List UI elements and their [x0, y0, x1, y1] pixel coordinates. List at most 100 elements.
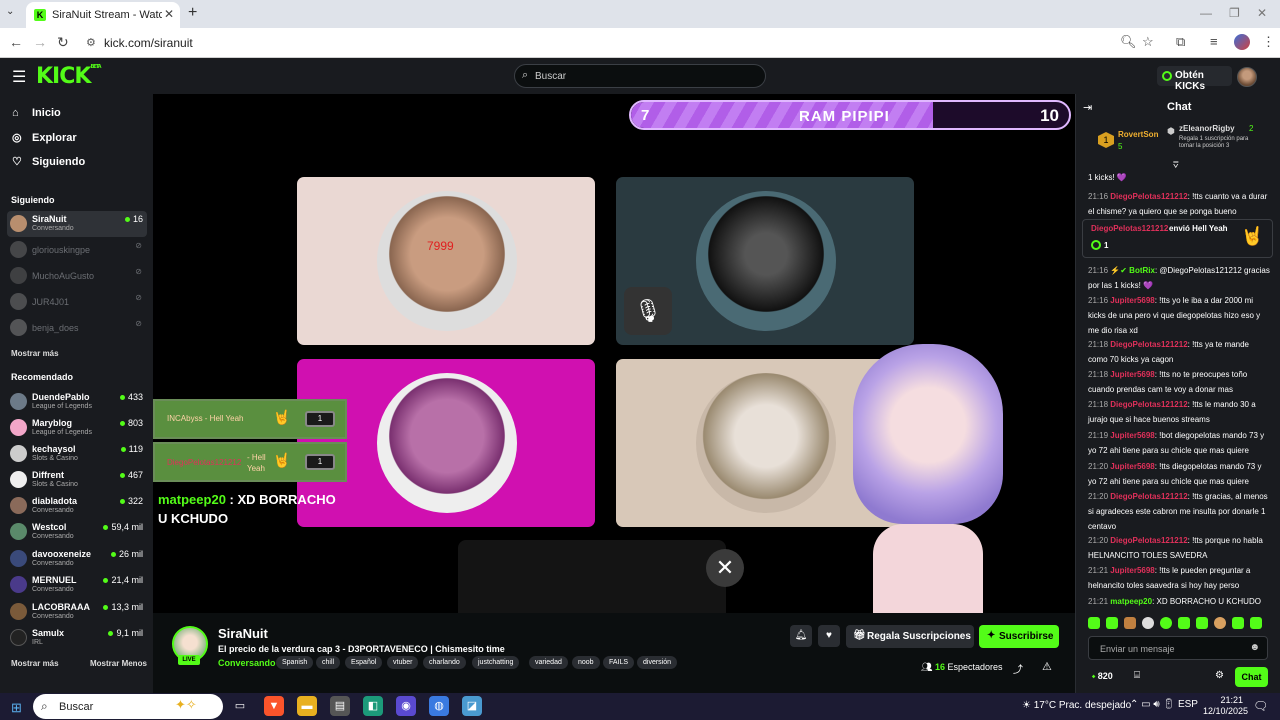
chat-user[interactable]: DiegoPelotas121212 [1110, 492, 1187, 501]
chat-user[interactable]: Jupiter5698 [1110, 566, 1154, 575]
subscribe-button[interactable]: ✦ Suscribirse [979, 625, 1059, 648]
stream-tag[interactable]: Español [345, 656, 383, 669]
forward-icon[interactable]: → [33, 34, 47, 50]
chat-user[interactable]: Jupiter5698 [1110, 462, 1154, 471]
chrome-icon[interactable]: ◍ [429, 696, 449, 716]
zoom-icon[interactable]: 🔍︎ [1120, 34, 1137, 50]
browser-menu-icon[interactable]: ⋮ [1262, 34, 1275, 50]
search-input[interactable]: ⌕ Buscar [514, 64, 766, 88]
app-icon[interactable]: ◪ [462, 696, 482, 716]
chat-user[interactable]: matpeep20 [1110, 597, 1152, 606]
recommended-channel[interactable]: DuendePablo League of Legends 433 [7, 389, 147, 415]
report-icon[interactable]: ⚠ [1042, 660, 1052, 673]
nav-home[interactable]: ⌂ Inicio [12, 107, 61, 119]
following-channel[interactable]: SiraNuit Conversando 16 [7, 211, 147, 237]
stream-tag[interactable]: vtuber [387, 656, 419, 669]
follow-heart-icon[interactable]: ♥ [818, 625, 840, 647]
close-tab-icon[interactable]: ✕ [164, 7, 174, 21]
emote-icon[interactable] [1160, 617, 1172, 629]
recommended-channel[interactable]: Diffrent Slots & Casino 467 [7, 467, 147, 493]
minimize-icon[interactable]: — [1200, 6, 1212, 20]
chat-user[interactable]: DiegoPelotas121212 [1110, 340, 1187, 349]
chat-input[interactable]: Enviar un mensaje ☻ [1088, 636, 1268, 660]
channel-points[interactable]: ⬩ 820 [1092, 671, 1113, 682]
send-chat-button[interactable]: Chat [1235, 667, 1268, 687]
tab-search-icon[interactable]: ⌄ [6, 6, 14, 17]
emote-icon[interactable] [1178, 617, 1190, 629]
obs-icon[interactable]: ◉ [396, 696, 416, 716]
chat-user[interactable]: DiegoPelotas121212 [1110, 400, 1187, 409]
recommended-channel[interactable]: Samulx IRL 9,1 mil [7, 625, 147, 651]
media-icon[interactable]: ≡ [1210, 34, 1218, 49]
system-tray[interactable]: ⌃ ▭ 🔊︎ 🔋︎ ESP [1130, 699, 1198, 710]
stream-tag[interactable]: Spanish [276, 656, 314, 669]
stream-tag[interactable]: chill [316, 656, 341, 669]
task-view-icon[interactable]: ▭ [230, 696, 250, 716]
weather-widget[interactable]: ☀ 17°C Prac. despejado [1022, 700, 1131, 711]
close-window-icon[interactable]: ✕ [1257, 6, 1267, 20]
chat-user[interactable]: BotRix [1129, 266, 1155, 275]
following-channel[interactable]: JUR4J01 ⊘ [7, 289, 147, 315]
share-icon[interactable]: ⤴ [1013, 661, 1023, 676]
stream-tag[interactable]: noob [572, 656, 600, 669]
recommended-channel[interactable]: kechaysol Slots & Casino 119 [7, 441, 147, 467]
notification-bell-icon[interactable]: 🔔︎ [790, 625, 812, 647]
emote-icon[interactable] [1124, 617, 1136, 629]
stream-category[interactable]: Conversando [218, 658, 276, 668]
show-more-following[interactable]: Mostrar más [11, 349, 59, 358]
hamburger-menu-icon[interactable]: ☰ [12, 67, 26, 87]
streamer-name[interactable]: SiraNuit [218, 626, 268, 641]
stream-tag[interactable]: charlando [423, 656, 466, 669]
store-icon[interactable]: ⌸ [1134, 670, 1140, 681]
video-player[interactable]: 7999 🎙︎ ✕ [153, 94, 1075, 613]
app-icon[interactable]: ▤ [330, 696, 350, 716]
notifications-icon[interactable]: 🗨︎ [1253, 699, 1268, 713]
back-icon[interactable]: ← [9, 34, 23, 50]
stream-tag[interactable]: FAILS [603, 656, 635, 669]
recommended-channel[interactable]: Westcol Conversando 59,4 mil [7, 519, 147, 545]
taskbar-search[interactable]: ⌕ Buscar ✦✧ [33, 694, 223, 719]
gift-subs-button[interactable]: 🎁︎ Regala Suscripciones [846, 625, 974, 648]
url-field[interactable]: kick.com/siranuit [104, 36, 193, 50]
chat-user[interactable]: Jupiter5698 [1110, 370, 1154, 379]
collapse-chat-icon[interactable]: ⇥ [1083, 101, 1092, 114]
chat-user[interactable]: DiegoPelotas121212 [1110, 192, 1187, 201]
site-info-icon[interactable]: ⚙ [86, 36, 96, 49]
recommended-channel[interactable]: diabladota Conversando 322 [7, 493, 147, 519]
following-channel[interactable]: MuchoAuGusto ⊘ [7, 263, 147, 289]
recommended-channel[interactable]: davooxeneize Conversando 26 mil [7, 546, 147, 572]
browser-profile-avatar[interactable] [1234, 34, 1250, 50]
show-less-recommended[interactable]: Mostrar Menos [90, 659, 147, 668]
emote-icon[interactable] [1088, 617, 1100, 629]
following-channel[interactable]: benja_does ⊘ [7, 315, 147, 341]
emoji-picker-icon[interactable]: ☻ [1249, 642, 1260, 653]
browser-tab[interactable]: K SiraNuit Stream - Watch Live on Kick ✕ [26, 2, 180, 28]
app-icon[interactable]: ◧ [363, 696, 383, 716]
new-tab-icon[interactable]: + [188, 4, 197, 22]
clock[interactable]: 21:21 12/10/2025 [1203, 695, 1248, 717]
kick-logo[interactable]: KICKBETA [36, 64, 102, 89]
get-kicks-button[interactable]: Obtén KICKs [1157, 66, 1232, 92]
extensions-icon[interactable]: ⧉ [1176, 34, 1185, 50]
emote-icon[interactable] [1214, 617, 1226, 629]
chat-user[interactable]: DiegoPelotas121212 [1110, 536, 1187, 545]
emote-icon[interactable] [1196, 617, 1208, 629]
chat-user[interactable]: Jupiter5698 [1110, 431, 1154, 440]
brave-browser-icon[interactable]: ▼ [264, 696, 284, 716]
stream-tag[interactable]: variedad [529, 656, 568, 669]
following-channel[interactable]: gloriouskingpe ⊘ [7, 237, 147, 263]
user-avatar[interactable] [1237, 67, 1257, 87]
bookmark-star-icon[interactable]: ☆ [1142, 34, 1154, 50]
chat-settings-icon[interactable]: ⚙ [1215, 670, 1224, 681]
emote-icon[interactable] [1250, 617, 1262, 629]
recommended-channel[interactable]: Maryblog League of Legends 803 [7, 415, 147, 441]
file-explorer-icon[interactable]: ▬ [297, 696, 317, 716]
windows-start-icon[interactable]: ⊞ [11, 700, 22, 716]
chat-user[interactable]: Jupiter5698 [1110, 296, 1154, 305]
emote-icon[interactable] [1106, 617, 1118, 629]
show-more-recommended[interactable]: Mostrar más [11, 659, 59, 668]
reload-icon[interactable]: ↻ [57, 34, 69, 51]
emote-icon[interactable] [1142, 617, 1154, 629]
stream-tag[interactable]: justchatting [472, 656, 520, 669]
emote-icon[interactable] [1232, 617, 1244, 629]
